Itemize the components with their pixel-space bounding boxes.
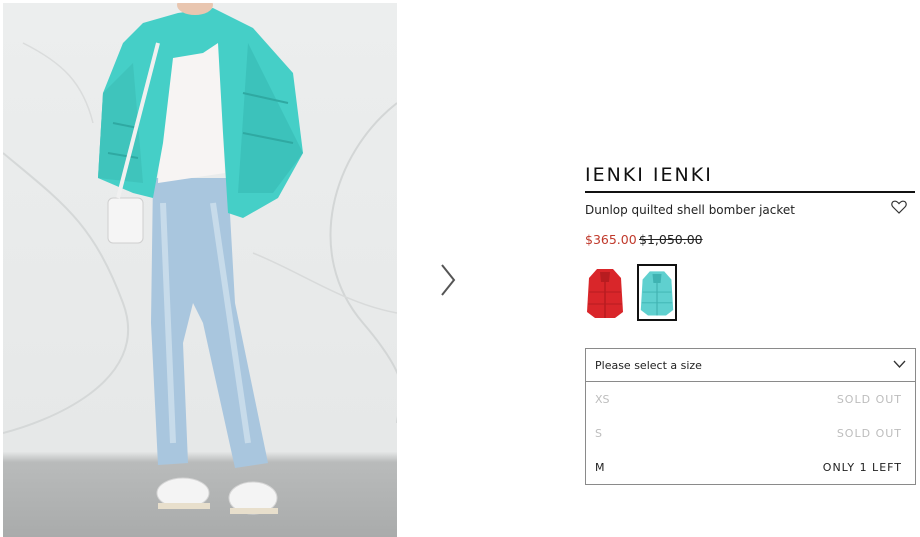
size-option-xs[interactable]: XS SOLD OUT bbox=[586, 382, 915, 416]
size-label: S bbox=[595, 427, 602, 440]
heart-icon[interactable] bbox=[891, 200, 907, 214]
size-option-m[interactable]: M ONLY 1 LEFT bbox=[586, 450, 915, 484]
stock-status: SOLD OUT bbox=[836, 393, 902, 406]
model-illustration bbox=[3, 3, 397, 515]
size-selector: Please select a size XS SOLD OUT S SOLD … bbox=[585, 348, 916, 485]
teal-jacket-thumbnail bbox=[640, 271, 674, 316]
size-label: M bbox=[595, 461, 605, 474]
current-price: $365.00 bbox=[585, 232, 637, 247]
product-name: Dunlop quilted shell bomber jacket bbox=[585, 203, 795, 217]
brand-name[interactable]: IENKI IENKI bbox=[585, 164, 915, 193]
color-swatch-teal[interactable] bbox=[637, 264, 677, 321]
size-placeholder: Please select a size bbox=[595, 359, 702, 372]
stock-status: ONLY 1 LEFT bbox=[822, 461, 902, 474]
chevron-down-icon bbox=[893, 360, 906, 368]
size-dropdown[interactable]: Please select a size bbox=[586, 349, 915, 382]
size-option-s[interactable]: S SOLD OUT bbox=[586, 416, 915, 450]
product-image bbox=[3, 3, 397, 537]
original-price: $1,050.00 bbox=[639, 232, 703, 247]
chevron-right-icon[interactable] bbox=[436, 262, 460, 298]
size-label: XS bbox=[595, 393, 610, 406]
red-jacket-thumbnail bbox=[587, 269, 623, 318]
stock-status: SOLD OUT bbox=[836, 427, 902, 440]
color-swatch-red[interactable] bbox=[585, 264, 625, 321]
